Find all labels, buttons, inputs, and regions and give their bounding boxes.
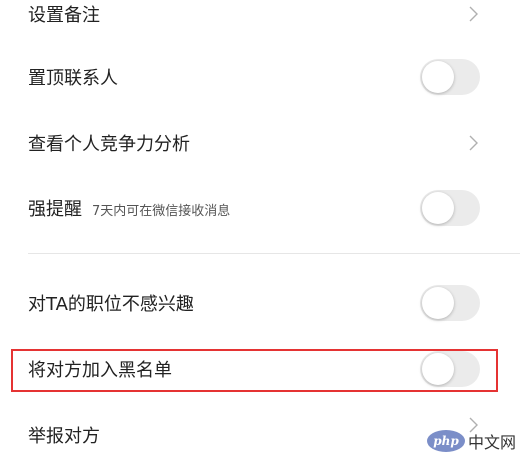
not-interested-toggle[interactable] xyxy=(420,285,480,321)
toggle-knob xyxy=(422,192,454,224)
strong-reminder-toggle[interactable] xyxy=(420,190,480,226)
chevron-right-icon xyxy=(469,6,478,22)
strong-reminder-title: 强提醒 xyxy=(28,199,82,220)
report-label: 举报对方 xyxy=(28,426,100,447)
competitiveness-label: 查看个人竞争力分析 xyxy=(28,134,190,155)
strong-reminder-label: 强提醒 7天内可在微信接收消息 xyxy=(28,195,230,221)
highlight-box xyxy=(11,349,498,392)
toggle-knob xyxy=(422,61,454,93)
pin-contact-row: 置顶联系人 xyxy=(0,42,520,112)
strong-reminder-sublabel: 7天内可在微信接收消息 xyxy=(92,204,231,219)
php-logo: php xyxy=(426,430,465,452)
remark-row[interactable]: 设置备注 xyxy=(0,0,520,28)
not-interested-row: 对TA的职位不感兴趣 xyxy=(0,268,520,338)
chevron-right-icon xyxy=(469,135,478,151)
section-divider xyxy=(28,253,520,254)
watermark-text: 中文网 xyxy=(467,433,516,452)
competitiveness-row[interactable]: 查看个人竞争力分析 xyxy=(0,108,520,178)
remark-label: 设置备注 xyxy=(28,5,100,26)
not-interested-label: 对TA的职位不感兴趣 xyxy=(28,294,194,315)
pin-contact-label: 置顶联系人 xyxy=(28,68,118,89)
pin-contact-toggle[interactable] xyxy=(420,59,480,95)
watermark: php 中文网 xyxy=(426,428,516,454)
strong-reminder-row: 强提醒 7天内可在微信接收消息 xyxy=(0,173,520,243)
toggle-knob xyxy=(422,287,454,319)
